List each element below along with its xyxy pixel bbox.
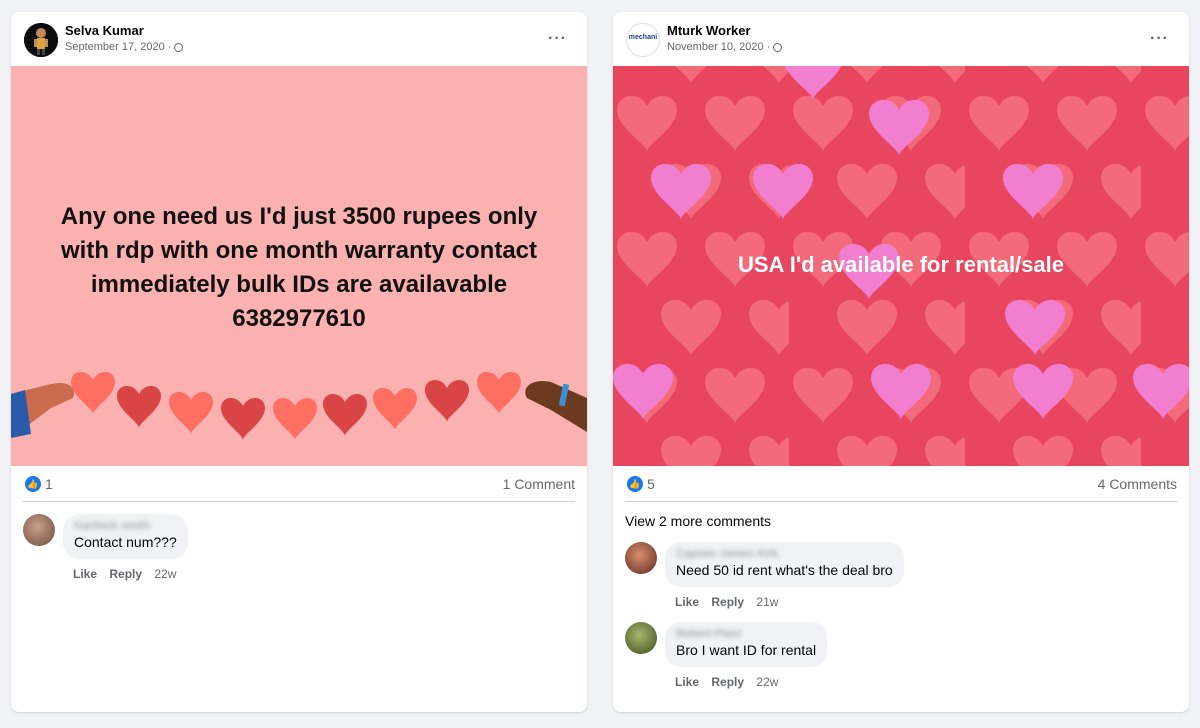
commenter-avatar[interactable] bbox=[23, 514, 55, 546]
comment-actions: Like Reply 22w bbox=[675, 675, 778, 689]
comment-time[interactable]: 22w bbox=[756, 675, 778, 689]
reply-link[interactable]: Reply bbox=[109, 567, 142, 581]
comment-bubble: Captain James Kirk Need 50 id rent what'… bbox=[665, 542, 904, 587]
post-stats: 👍 1 1 Comment bbox=[11, 474, 587, 502]
reaction-count[interactable]: 1 bbox=[45, 476, 53, 492]
thumbs-up-icon: 👍 bbox=[627, 476, 643, 492]
globe-icon bbox=[174, 42, 184, 52]
avatar-logo-text: mechani bbox=[628, 34, 658, 41]
comment-bubble: Robert Plant Bro I want ID for rental bbox=[665, 622, 828, 667]
author-name[interactable]: Mturk Worker bbox=[667, 23, 751, 38]
divider bbox=[23, 501, 575, 502]
commenter-name[interactable]: Robert Plant bbox=[676, 627, 816, 641]
commenter-name[interactable]: Captain James Kirk bbox=[676, 547, 893, 561]
more-options-button[interactable]: ··· bbox=[1150, 30, 1169, 48]
post-media-text: Any one need us I'd just 3500 rupees onl… bbox=[60, 203, 538, 332]
post-card-1: Selva Kumar September 17, 2020 · ··· Any… bbox=[11, 12, 587, 712]
reaction-count[interactable]: 5 bbox=[647, 476, 655, 492]
author-avatar[interactable]: mechani bbox=[626, 23, 660, 57]
like-link[interactable]: Like bbox=[675, 675, 699, 689]
globe-icon bbox=[773, 42, 783, 52]
comment-actions: Like Reply 21w bbox=[675, 595, 778, 609]
post-meta: September 17, 2020 · bbox=[65, 41, 184, 53]
comment-text: Need 50 id rent what's the deal bro bbox=[676, 562, 893, 578]
author-name[interactable]: Selva Kumar bbox=[65, 23, 144, 38]
post-image[interactable]: Any one need us I'd just 3500 rupees onl… bbox=[11, 66, 587, 466]
comment-text: Contact num??? bbox=[74, 534, 177, 550]
author-avatar[interactable] bbox=[24, 23, 58, 57]
commenter-avatar[interactable] bbox=[625, 622, 657, 654]
comment-count[interactable]: 4 Comments bbox=[1098, 476, 1177, 492]
comment-text: Bro I want ID for rental bbox=[676, 642, 817, 658]
thumbs-up-icon: 👍 bbox=[25, 476, 41, 492]
view-more-comments-link[interactable]: View 2 more comments bbox=[625, 513, 771, 529]
comment-count[interactable]: 1 Comment bbox=[503, 476, 575, 492]
post-date[interactable]: September 17, 2020 · bbox=[65, 41, 171, 53]
comment-actions: Like Reply 22w bbox=[73, 567, 176, 581]
comment-time[interactable]: 21w bbox=[756, 595, 778, 609]
divider bbox=[625, 501, 1177, 502]
post-header: mechani Mturk Worker November 10, 2020 ·… bbox=[613, 12, 1189, 66]
like-link[interactable]: Like bbox=[675, 595, 699, 609]
post-image[interactable]: USA I'd available for rental/sale bbox=[613, 66, 1189, 466]
post-card-2: mechani Mturk Worker November 10, 2020 ·… bbox=[613, 12, 1189, 712]
post-meta: November 10, 2020 · bbox=[667, 41, 783, 53]
post-header: Selva Kumar September 17, 2020 · ··· bbox=[11, 12, 587, 66]
reply-link[interactable]: Reply bbox=[711, 595, 744, 609]
comment-bubble: Karthick smith Contact num??? bbox=[63, 514, 188, 559]
more-options-button[interactable]: ··· bbox=[548, 30, 567, 48]
post-stats: 👍 5 4 Comments bbox=[613, 474, 1189, 502]
commenter-name[interactable]: Karthick smith bbox=[74, 519, 177, 533]
commenter-avatar[interactable] bbox=[625, 542, 657, 574]
post-media-text: USA I'd available for rental/sale bbox=[738, 252, 1064, 277]
post-date[interactable]: November 10, 2020 · bbox=[667, 41, 770, 53]
reply-link[interactable]: Reply bbox=[711, 675, 744, 689]
comment-time[interactable]: 22w bbox=[154, 567, 176, 581]
like-link[interactable]: Like bbox=[73, 567, 97, 581]
